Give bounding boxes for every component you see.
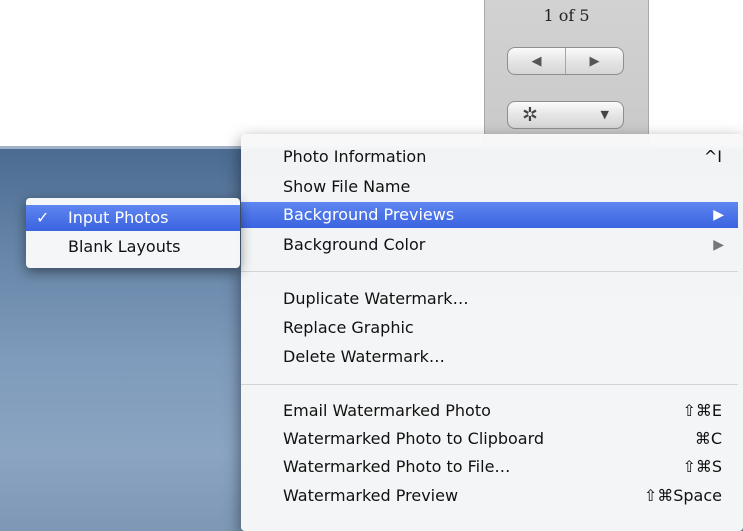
chevron-down-icon: ▼ bbox=[600, 108, 609, 121]
shortcut-label: ⌘C bbox=[694, 429, 722, 448]
shortcut-label: ⇧⌘S bbox=[682, 457, 722, 476]
submenu-item-input-photos[interactable]: ✓ Input Photos bbox=[26, 205, 240, 231]
action-menu: Photo Information ^I Show File Name Backg… bbox=[241, 134, 743, 531]
menu-separator bbox=[241, 271, 738, 272]
checkmark-icon: ✓ bbox=[36, 208, 50, 227]
left-triangle-icon: ◀ bbox=[531, 53, 542, 69]
submenu-arrow-icon: ▶ bbox=[713, 237, 724, 253]
menu-item-background-color[interactable]: Background Color ▶ bbox=[241, 232, 738, 258]
menu-item-duplicate-watermark[interactable]: Duplicate Watermark… bbox=[241, 286, 738, 312]
submenu-item-blank-layouts[interactable]: Blank Layouts bbox=[26, 234, 240, 260]
menu-item-email-watermarked-photo[interactable]: Email Watermarked Photo ⇧⌘E bbox=[241, 398, 738, 424]
navigation-panel: 1 of 5 ◀ ▶ ✲ ▼ bbox=[484, 0, 649, 146]
gear-icon: ✲ bbox=[522, 104, 538, 126]
menu-item-show-file-name[interactable]: Show File Name bbox=[241, 174, 738, 200]
background-previews-submenu: ✓ Input Photos Blank Layouts bbox=[26, 198, 240, 268]
menu-item-photo-information[interactable]: Photo Information ^I bbox=[241, 144, 738, 170]
menu-item-watermarked-photo-to-file[interactable]: Watermarked Photo to File… ⇧⌘S bbox=[241, 454, 738, 480]
previous-button[interactable]: ◀ bbox=[508, 48, 566, 74]
menu-item-replace-graphic[interactable]: Replace Graphic bbox=[241, 315, 738, 341]
action-menu-button[interactable]: ✲ ▼ bbox=[507, 101, 624, 129]
shortcut-label: ^I bbox=[703, 147, 722, 166]
menu-item-delete-watermark[interactable]: Delete Watermark… bbox=[241, 344, 738, 370]
menu-separator bbox=[241, 384, 738, 385]
menu-item-background-previews[interactable]: Background Previews ▶ bbox=[241, 202, 738, 228]
submenu-arrow-icon: ▶ bbox=[713, 207, 724, 223]
shortcut-label: ⇧⌘E bbox=[682, 401, 722, 420]
right-triangle-icon: ▶ bbox=[589, 53, 600, 69]
prev-next-segmented-control: ◀ ▶ bbox=[507, 47, 624, 75]
menu-item-watermarked-photo-to-clipboard[interactable]: Watermarked Photo to Clipboard ⌘C bbox=[241, 426, 738, 452]
menu-item-watermarked-preview[interactable]: Watermarked Preview ⇧⌘Space bbox=[241, 483, 738, 509]
next-button[interactable]: ▶ bbox=[566, 48, 623, 74]
page-counter: 1 of 5 bbox=[543, 6, 590, 25]
shortcut-label: ⇧⌘Space bbox=[643, 486, 722, 505]
